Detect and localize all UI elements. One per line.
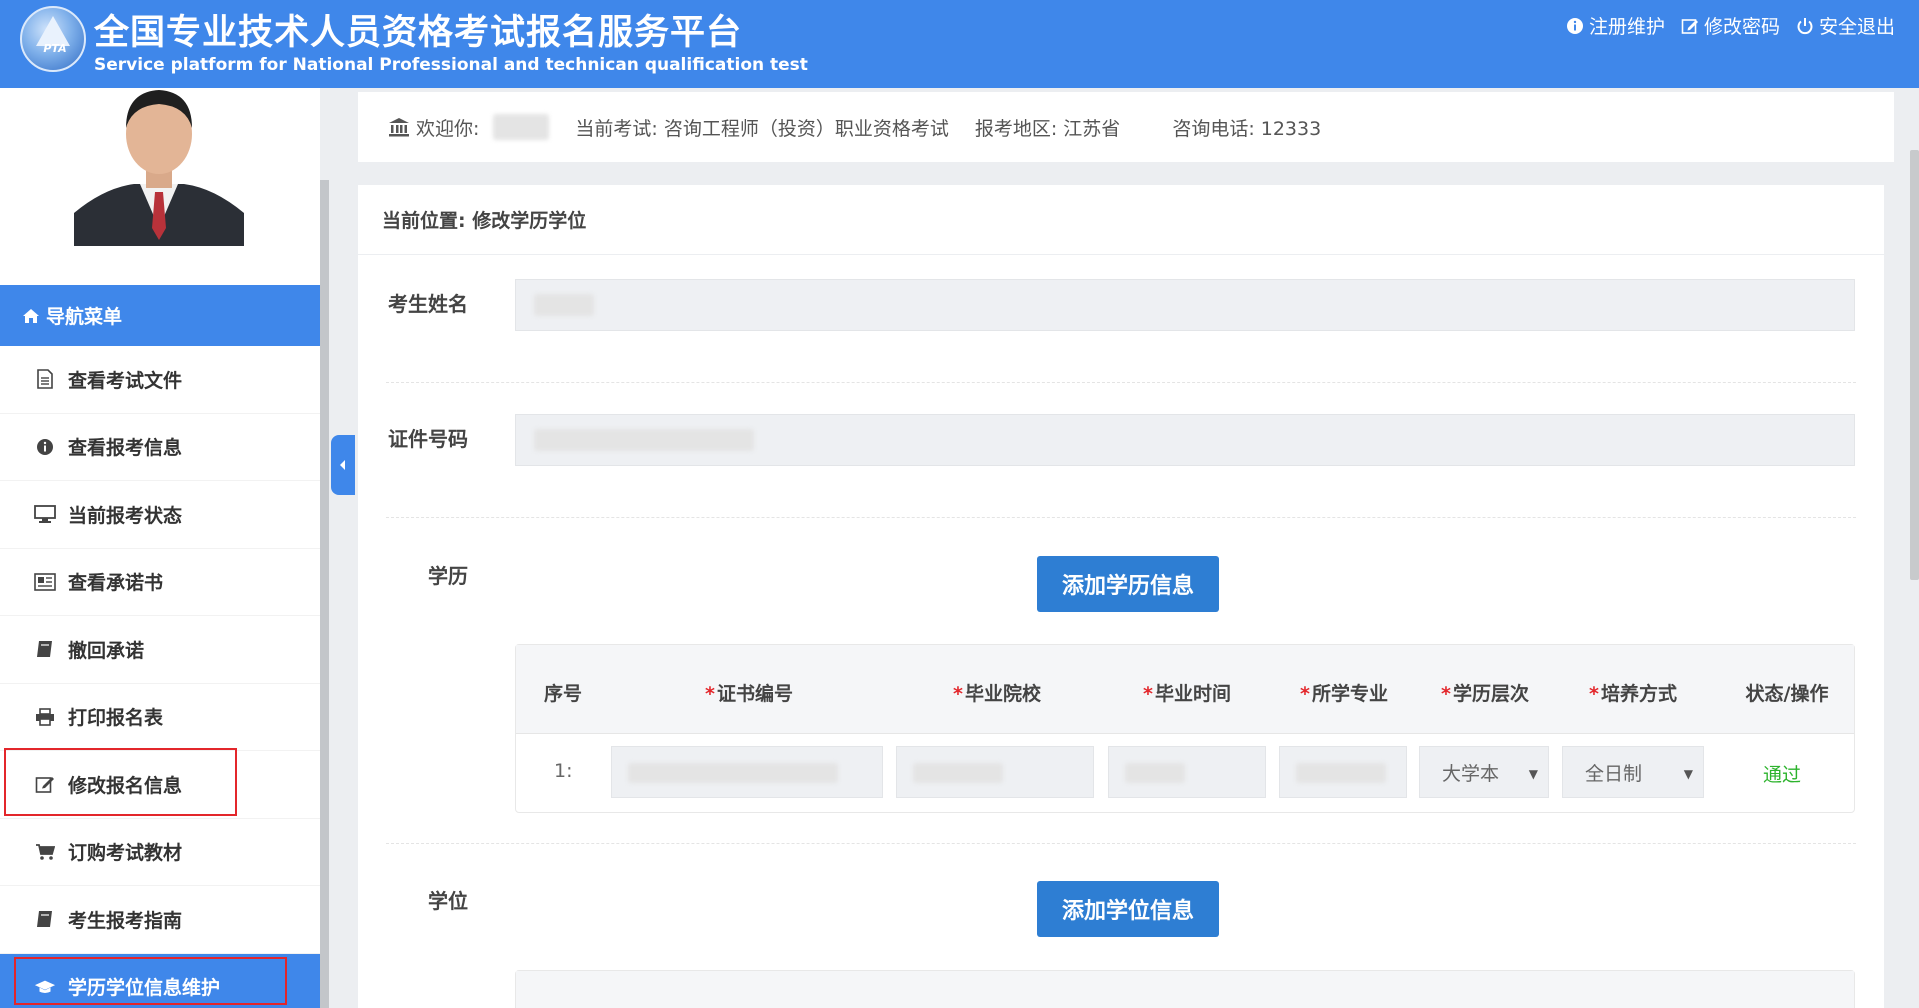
id-number-label: 证件号码 — [388, 427, 468, 451]
id-number-field[interactable] — [515, 414, 1855, 466]
caret-down-icon: ▼ — [1683, 767, 1693, 781]
education-level-select[interactable]: 大学本 ▼ — [1419, 746, 1549, 798]
cart-icon — [34, 841, 56, 863]
power-icon — [1796, 17, 1814, 35]
degree-table-header — [516, 971, 1854, 1008]
pta-logo: PTA — [20, 6, 86, 72]
document-icon — [34, 368, 56, 390]
avatar — [74, 88, 244, 246]
sidebar-collapse-toggle[interactable] — [331, 435, 355, 495]
nav-menu-header: 导航菜单 — [0, 285, 320, 346]
nav-item-withdraw-commitment[interactable]: 撤回承诺 — [0, 616, 320, 684]
col-study-mode: * 培养方式 — [1589, 683, 1677, 705]
graduation-date-input[interactable] — [1108, 746, 1266, 798]
status-pass[interactable]: 通过 — [1763, 760, 1801, 787]
name-label: 考生姓名 — [388, 292, 468, 316]
caret-down-icon: ▼ — [1528, 767, 1538, 781]
nav-list: 查看考试文件 查看报考信息 当前报考状态 查看承诺书 撤回承诺 打印报名表 修改… — [0, 346, 320, 1008]
col-graduation-date: * 毕业时间 — [1143, 683, 1231, 705]
sidebar-scrollbar[interactable] — [320, 180, 329, 1008]
top-header: PTA 全国专业技术人员资格考试报名服务平台 Service platform … — [0, 0, 1919, 88]
school-input[interactable] — [896, 746, 1094, 798]
certificate-number-input[interactable] — [611, 746, 883, 798]
newspaper-icon — [34, 571, 56, 593]
monitor-icon — [34, 503, 56, 525]
row-index: 1: — [554, 760, 573, 782]
nav-item-modify-registration[interactable]: 修改报名信息 — [0, 751, 320, 819]
change-password-link[interactable]: 修改密码 — [1681, 12, 1780, 39]
bank-icon — [388, 117, 410, 137]
register-maintenance-link[interactable]: 注册维护 — [1566, 12, 1665, 39]
logout-link[interactable]: 安全退出 — [1796, 12, 1895, 39]
col-status-action: 状态/操作 — [1745, 683, 1829, 705]
major-input[interactable] — [1279, 746, 1407, 798]
nav-item-view-exam-files[interactable]: 查看考试文件 — [0, 346, 320, 414]
book-icon — [34, 638, 56, 660]
edit-icon — [34, 773, 56, 795]
add-degree-button[interactable]: 添加学位信息 — [1037, 881, 1219, 937]
study-mode-select[interactable]: 全日制 ▼ — [1562, 746, 1704, 798]
chevron-left-icon — [339, 459, 347, 471]
breadcrumb: 当前位置: 修改学历学位 — [358, 185, 1884, 255]
col-certificate-number: * 证书编号 — [705, 683, 793, 705]
nav-item-view-commitment[interactable]: 查看承诺书 — [0, 549, 320, 616]
sidebar: 导航菜单 查看考试文件 查看报考信息 当前报考状态 查看承诺书 撤回承诺 打印报… — [0, 88, 320, 1008]
page-scrollbar[interactable] — [1910, 150, 1919, 580]
col-education-level: * 学历层次 — [1441, 683, 1529, 705]
education-table-header: 序号 * 证书编号 * 毕业院校 * 毕业时间 * 所学专业 * 学历层次 * 培养方式 状… — [516, 645, 1854, 734]
graduation-cap-icon — [34, 976, 56, 998]
education-label: 学历 — [428, 564, 468, 588]
nav-item-view-registration-info[interactable]: 查看报考信息 — [0, 414, 320, 481]
home-icon — [22, 308, 40, 324]
site-subtitle: Service platform for National Profession… — [94, 55, 808, 75]
user-info-bar: 欢迎你: 当前考试: 咨询工程师（投资）职业资格考试 报考地区: 江苏省 咨询电… — [358, 92, 1894, 162]
main-panel: 当前位置: 修改学历学位 考生姓名 证件号码 学历 添加学历信息 序号 * 证书编… — [358, 185, 1884, 1008]
table-row: 1: 大学本 ▼ 全日制 ▼ 通过 — [516, 734, 1854, 812]
name-redacted — [534, 294, 594, 316]
education-table: 序号 * 证书编号 * 毕业院校 * 毕业时间 * 所学专业 * 学历层次 * 培养方式 状… — [515, 644, 1855, 813]
degree-table — [515, 970, 1855, 1008]
nav-item-exam-guide[interactable]: 考生报考指南 — [0, 886, 320, 954]
add-education-button[interactable]: 添加学历信息 — [1037, 556, 1219, 612]
info-icon — [1566, 17, 1584, 35]
nav-item-education-degree-maintenance[interactable]: 学历学位信息维护 — [0, 953, 320, 1008]
print-icon — [34, 706, 56, 728]
user-name-redacted — [493, 114, 550, 140]
edit-icon — [1681, 17, 1699, 35]
top-links: 注册维护 修改密码 安全退出 — [1566, 12, 1895, 39]
id-number-redacted — [534, 429, 754, 451]
degree-label: 学位 — [428, 889, 468, 913]
consult-phone: 咨询电话: 12333 — [1172, 117, 1322, 140]
book-icon — [34, 908, 56, 930]
site-title: 全国专业技术人员资格考试报名服务平台 — [94, 13, 743, 53]
exam-region: 报考地区: 江苏省 — [974, 117, 1121, 140]
nav-item-print-form[interactable]: 打印报名表 — [0, 684, 320, 751]
name-field[interactable] — [515, 279, 1855, 331]
nav-item-order-textbooks[interactable]: 订购考试教材 — [0, 819, 320, 886]
col-major: * 所学专业 — [1300, 683, 1388, 705]
welcome-label: 欢迎你: — [416, 117, 480, 140]
col-index: 序号 — [543, 683, 583, 705]
nav-item-current-status[interactable]: 当前报考状态 — [0, 481, 320, 549]
current-exam: 当前考试: 咨询工程师（投资）职业资格考试 — [575, 117, 949, 140]
info-icon — [34, 436, 56, 458]
col-school: * 毕业院校 — [953, 683, 1041, 705]
